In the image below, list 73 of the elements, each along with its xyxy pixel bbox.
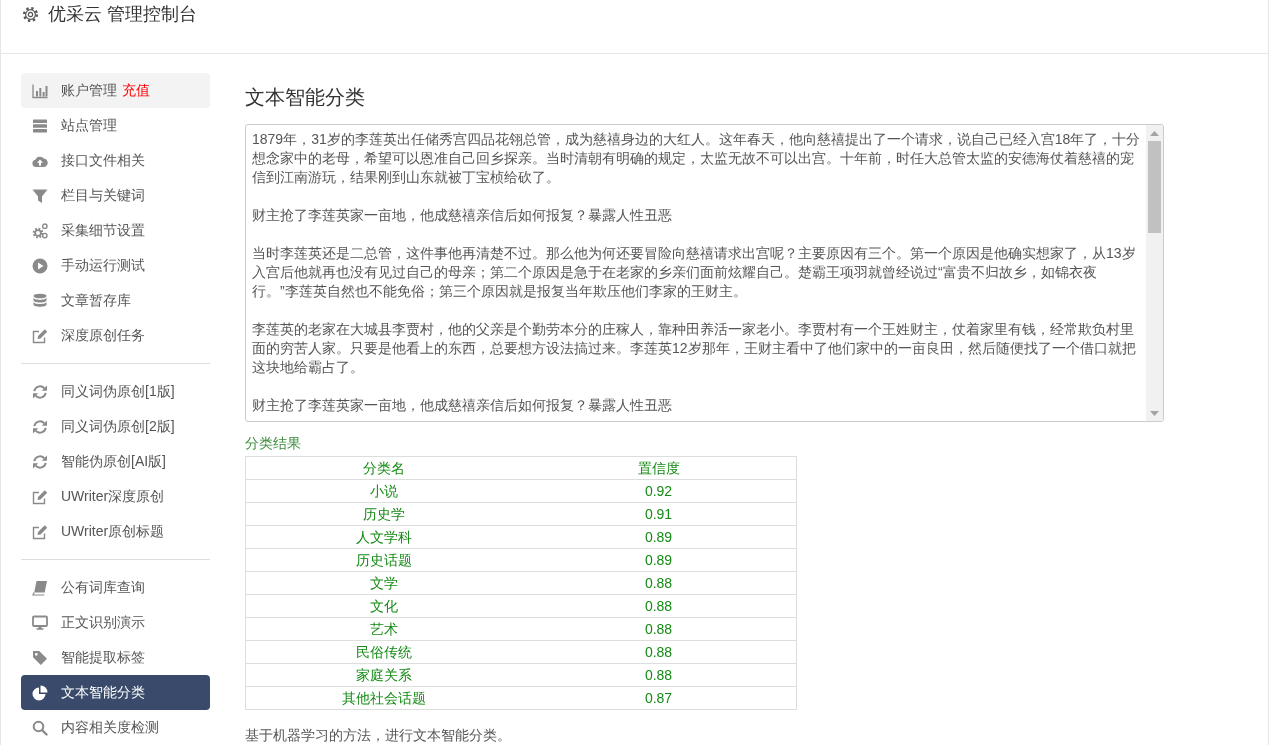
description-text: 基于机器学习的方法，进行文本智能分类。 — [245, 726, 512, 744]
column-header: 置信度 — [521, 456, 797, 480]
sidebar-item[interactable]: 深度原创任务 — [21, 318, 210, 353]
scroll-down-arrow-icon[interactable] — [1150, 410, 1159, 416]
text-input-field[interactable] — [245, 124, 1164, 422]
page-title: 文本智能分类 — [245, 85, 366, 110]
table-cell: 文化 — [245, 594, 521, 618]
refresh-icon — [32, 453, 48, 470]
text-paragraph: 财主抢了李莲英家一亩地，他成慈禧亲信后如何报复？暴露人性丑恶 — [252, 206, 673, 225]
filter-icon — [32, 187, 48, 204]
sidebar-item[interactable]: UWriter深度原创 — [21, 479, 210, 514]
sidebar-item[interactable]: 内容相关度检测 — [21, 710, 210, 745]
table-cell: 0.88 — [521, 640, 797, 664]
table-cell: 民俗传统 — [245, 640, 521, 664]
tag-icon — [32, 649, 48, 666]
text-paragraph: 财主抢了李莲英家一亩地，他成慈禧亲信后如何报复？暴露人性丑恶 — [252, 396, 673, 415]
gears-icon — [32, 222, 48, 239]
monitor-icon — [32, 614, 48, 631]
column-header: 分类名 — [245, 456, 521, 480]
table-cell: 0.88 — [521, 617, 797, 641]
table-cell: 0.88 — [521, 663, 797, 687]
sidebar-item[interactable]: 账户管理 充值 — [21, 73, 210, 108]
sidebar-item[interactable]: 采集细节设置 — [21, 213, 210, 248]
refresh-icon — [32, 383, 48, 400]
settings-icon — [22, 5, 39, 23]
refresh-icon — [32, 418, 48, 435]
edit-icon — [32, 327, 48, 344]
table-cell: 小说 — [245, 479, 521, 503]
recharge-link[interactable]: 充值 — [122, 81, 150, 100]
play-icon — [32, 257, 48, 274]
sidebar-item[interactable]: 智能伪原创[AI版] — [21, 444, 210, 479]
table-cell: 0.87 — [521, 686, 797, 710]
table-cell: 0.92 — [521, 479, 797, 503]
sidebar-item[interactable]: 接口文件相关 — [21, 143, 210, 178]
table-cell: 0.89 — [521, 548, 797, 572]
edit-icon — [32, 523, 48, 540]
table-cell: 人文学科 — [245, 525, 521, 549]
table-cell: 0.89 — [521, 525, 797, 549]
sidebar-item[interactable]: 同义词伪原创[2版] — [21, 409, 210, 444]
table-cell: 文学 — [245, 571, 521, 595]
edit-icon — [32, 488, 48, 505]
bar-chart-icon — [32, 82, 48, 99]
sidebar-item[interactable]: 智能提取标签 — [21, 640, 210, 675]
sidebar-item[interactable]: 手动运行测试 — [21, 248, 210, 283]
book-icon — [32, 579, 48, 596]
table-cell: 0.88 — [521, 594, 797, 618]
scrollbar-thumb[interactable] — [1148, 141, 1161, 233]
pie-chart-icon — [32, 684, 48, 701]
sidebar-item[interactable]: 栏目与关键词 — [21, 178, 210, 213]
app-title: 优采云 管理控制台 — [48, 3, 197, 25]
text-paragraph: 李莲英的老家在大城县李贾村，他的父亲是个勤劳本分的庄稼人，靠种田养活一家老小。李贾村有一个王姓财主，仗着家里有钱，经常欺负村里面的穷苦人家。只要是他看上的东西，总要想方设法搞过来。李莲英12岁那年，王财主看中了他们家中的一亩良田，然后随便找了一个借口就把这块地给霸占了。 — [252, 320, 1137, 377]
table-cell: 0.88 — [521, 571, 797, 595]
sidebar-item[interactable]: 同义词伪原创[1版] — [21, 374, 210, 409]
table-cell: 家庭关系 — [245, 663, 521, 687]
text-paragraph: 当时李莲英还是二总管，这件事他再清楚不过。那么他为何还要冒险向慈禧请求出宫呢？主要原因有三个。第一个原因是他确实想家了，从13岁入宫后他就再也没有见过自己的母亲；第二个原因是急于在老家的乡亲们面前炫耀自己。楚霸王项羽就曾经说过“富贵不归故乡，如锦衣夜行。”李莲英自然也不能免俗；第三个原因就是报复当年欺压他们李家的王财主。 — [252, 244, 1137, 301]
sidebar-item[interactable]: 文本智能分类 — [21, 675, 210, 710]
table-cell: 艺术 — [245, 617, 521, 641]
scrollbar[interactable] — [1146, 125, 1163, 421]
sidebar-item[interactable]: UWriter原创标题 — [21, 514, 210, 549]
search-icon — [32, 719, 48, 736]
sidebar-item[interactable]: 站点管理 — [21, 108, 210, 143]
sidebar-item[interactable]: 公有词库查询 — [21, 570, 210, 605]
table-cell: 历史学 — [245, 502, 521, 526]
database-icon — [32, 292, 48, 309]
sidebar-item[interactable]: 文章暂存库 — [21, 283, 210, 318]
table-cell: 历史话题 — [245, 548, 521, 572]
sidebar-item[interactable]: 正文识别演示 — [21, 605, 210, 640]
text-paragraph: 1879年，31岁的李莲英出任储秀宫四品花翎总管，成为慈禧身边的大红人。这年春天，他向慈禧提出了一个请求，说自己已经入宫18年了，十分想念家中的老母，希望可以恩准自己回乡探亲。当时清朝有明确的规定，太监无故不可以出宫。十年前，时任大总管太监的安德海仗着慈禧的宠信到江南游玩，结果刚到山东就被丁宝桢给砍了。 — [252, 130, 1141, 187]
server-stack-icon — [32, 117, 48, 134]
scroll-up-arrow-icon[interactable] — [1150, 130, 1159, 136]
table-cell: 0.91 — [521, 502, 797, 526]
table-cell: 其他社会话题 — [245, 686, 521, 710]
results-label: 分类结果 — [245, 434, 302, 452]
